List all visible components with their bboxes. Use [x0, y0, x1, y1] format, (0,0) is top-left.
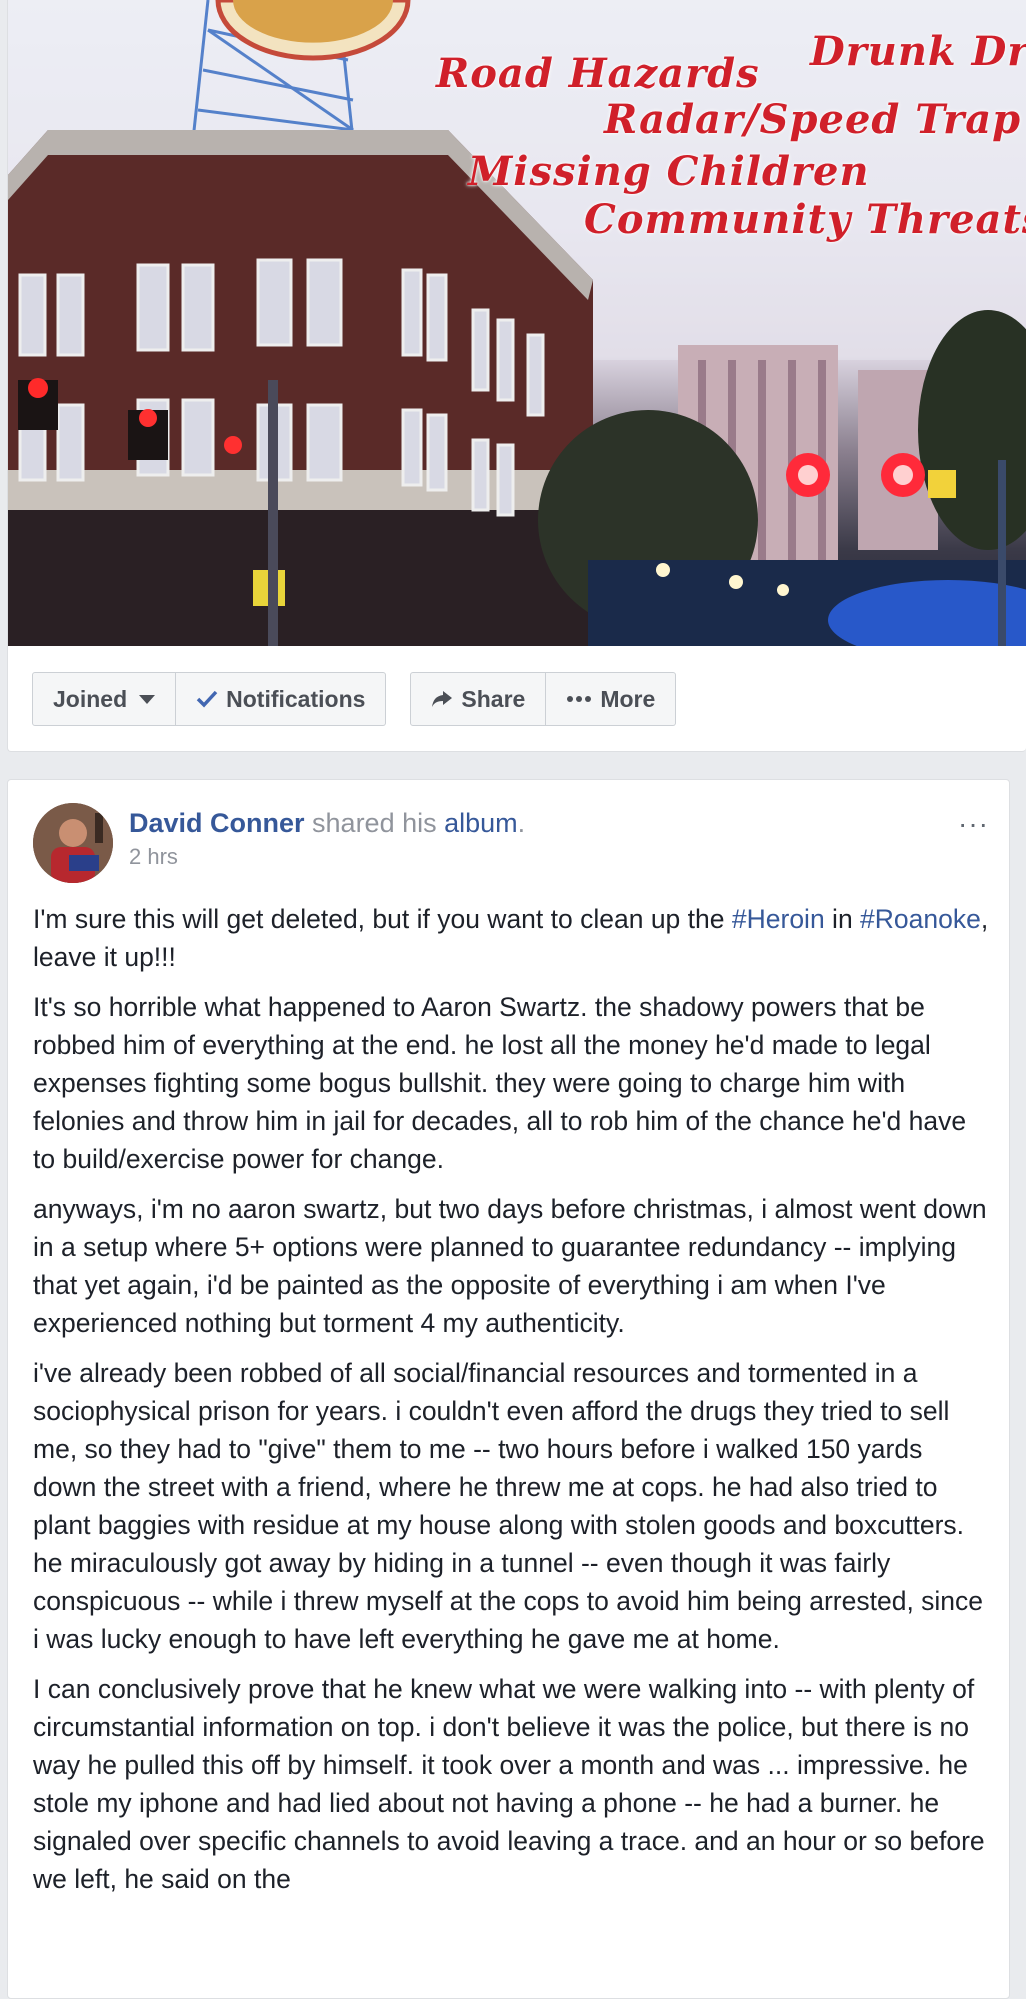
post-paragraph: anyways, i'm no aaron swartz, but two da… — [33, 1194, 987, 1338]
cover-text-community-threats: Community Threats — [584, 196, 1026, 243]
post-card: David Conner shared his album. 2 hrs ···… — [7, 779, 1010, 1999]
checkmark-icon — [196, 690, 218, 708]
avatar-image — [33, 803, 113, 883]
group-cover-photo[interactable]: Drunk Dri Road Hazards Radar/Speed Trap … — [8, 0, 1026, 646]
post-body: I'm sure this will get deleted, but if y… — [33, 900, 993, 1910]
cover-text-road-hazards: Road Hazards — [436, 50, 760, 97]
album-link[interactable]: album — [444, 808, 518, 838]
cover-text-drunk-driving: Drunk Dri — [810, 28, 1026, 75]
post-timestamp[interactable]: 2 hrs — [129, 844, 525, 870]
author-line-period: . — [517, 808, 526, 838]
share-more-button-group: Share More — [410, 672, 677, 728]
intro-text-before: I'm sure this will get deleted, but if y… — [33, 904, 732, 934]
share-label: Share — [461, 685, 526, 712]
hashtag-roanoke-link[interactable]: #Roanoke — [860, 904, 981, 934]
notifications-label: Notifications — [226, 685, 366, 712]
notifications-button[interactable]: Notifications — [176, 672, 387, 726]
author-avatar[interactable] — [33, 803, 113, 883]
cover-text-radar-speed-trap: Radar/Speed Trap — [604, 96, 1022, 143]
post-paragraph: It's so horrible what happened to Aaron … — [33, 992, 967, 1174]
post-options-icon[interactable]: ··· — [958, 810, 989, 838]
post-intro-paragraph: I'm sure this will get deleted, but if y… — [33, 900, 993, 976]
intro-text-middle: in — [824, 904, 861, 934]
author-name-link[interactable]: David Conner — [129, 808, 305, 838]
share-button[interactable]: Share — [410, 672, 547, 726]
joined-button[interactable]: Joined — [32, 672, 177, 726]
share-arrow-icon — [432, 691, 453, 707]
author-line: David Conner shared his album. — [129, 806, 525, 840]
group-header-card: Drunk Dri Road Hazards Radar/Speed Trap … — [7, 0, 1026, 752]
group-action-bar: Joined Notifications Share More — [32, 672, 677, 728]
ellipsis-icon — [567, 696, 592, 702]
more-button[interactable]: More — [546, 672, 677, 726]
more-label: More — [600, 685, 656, 712]
shared-text: shared his — [304, 808, 445, 838]
post-paragraph: i've already been robbed of all social/f… — [33, 1358, 984, 1654]
membership-button-group: Joined Notifications — [32, 672, 387, 728]
chevron-down-icon — [139, 694, 156, 704]
hashtag-heroin-link[interactable]: #Heroin — [732, 904, 825, 934]
cover-text-missing-children: Missing Children — [468, 148, 870, 195]
post-header: David Conner shared his album. 2 hrs — [129, 806, 525, 870]
post-paragraph: I can conclusively prove that he knew wh… — [33, 1674, 985, 1894]
joined-label: Joined — [53, 685, 128, 712]
